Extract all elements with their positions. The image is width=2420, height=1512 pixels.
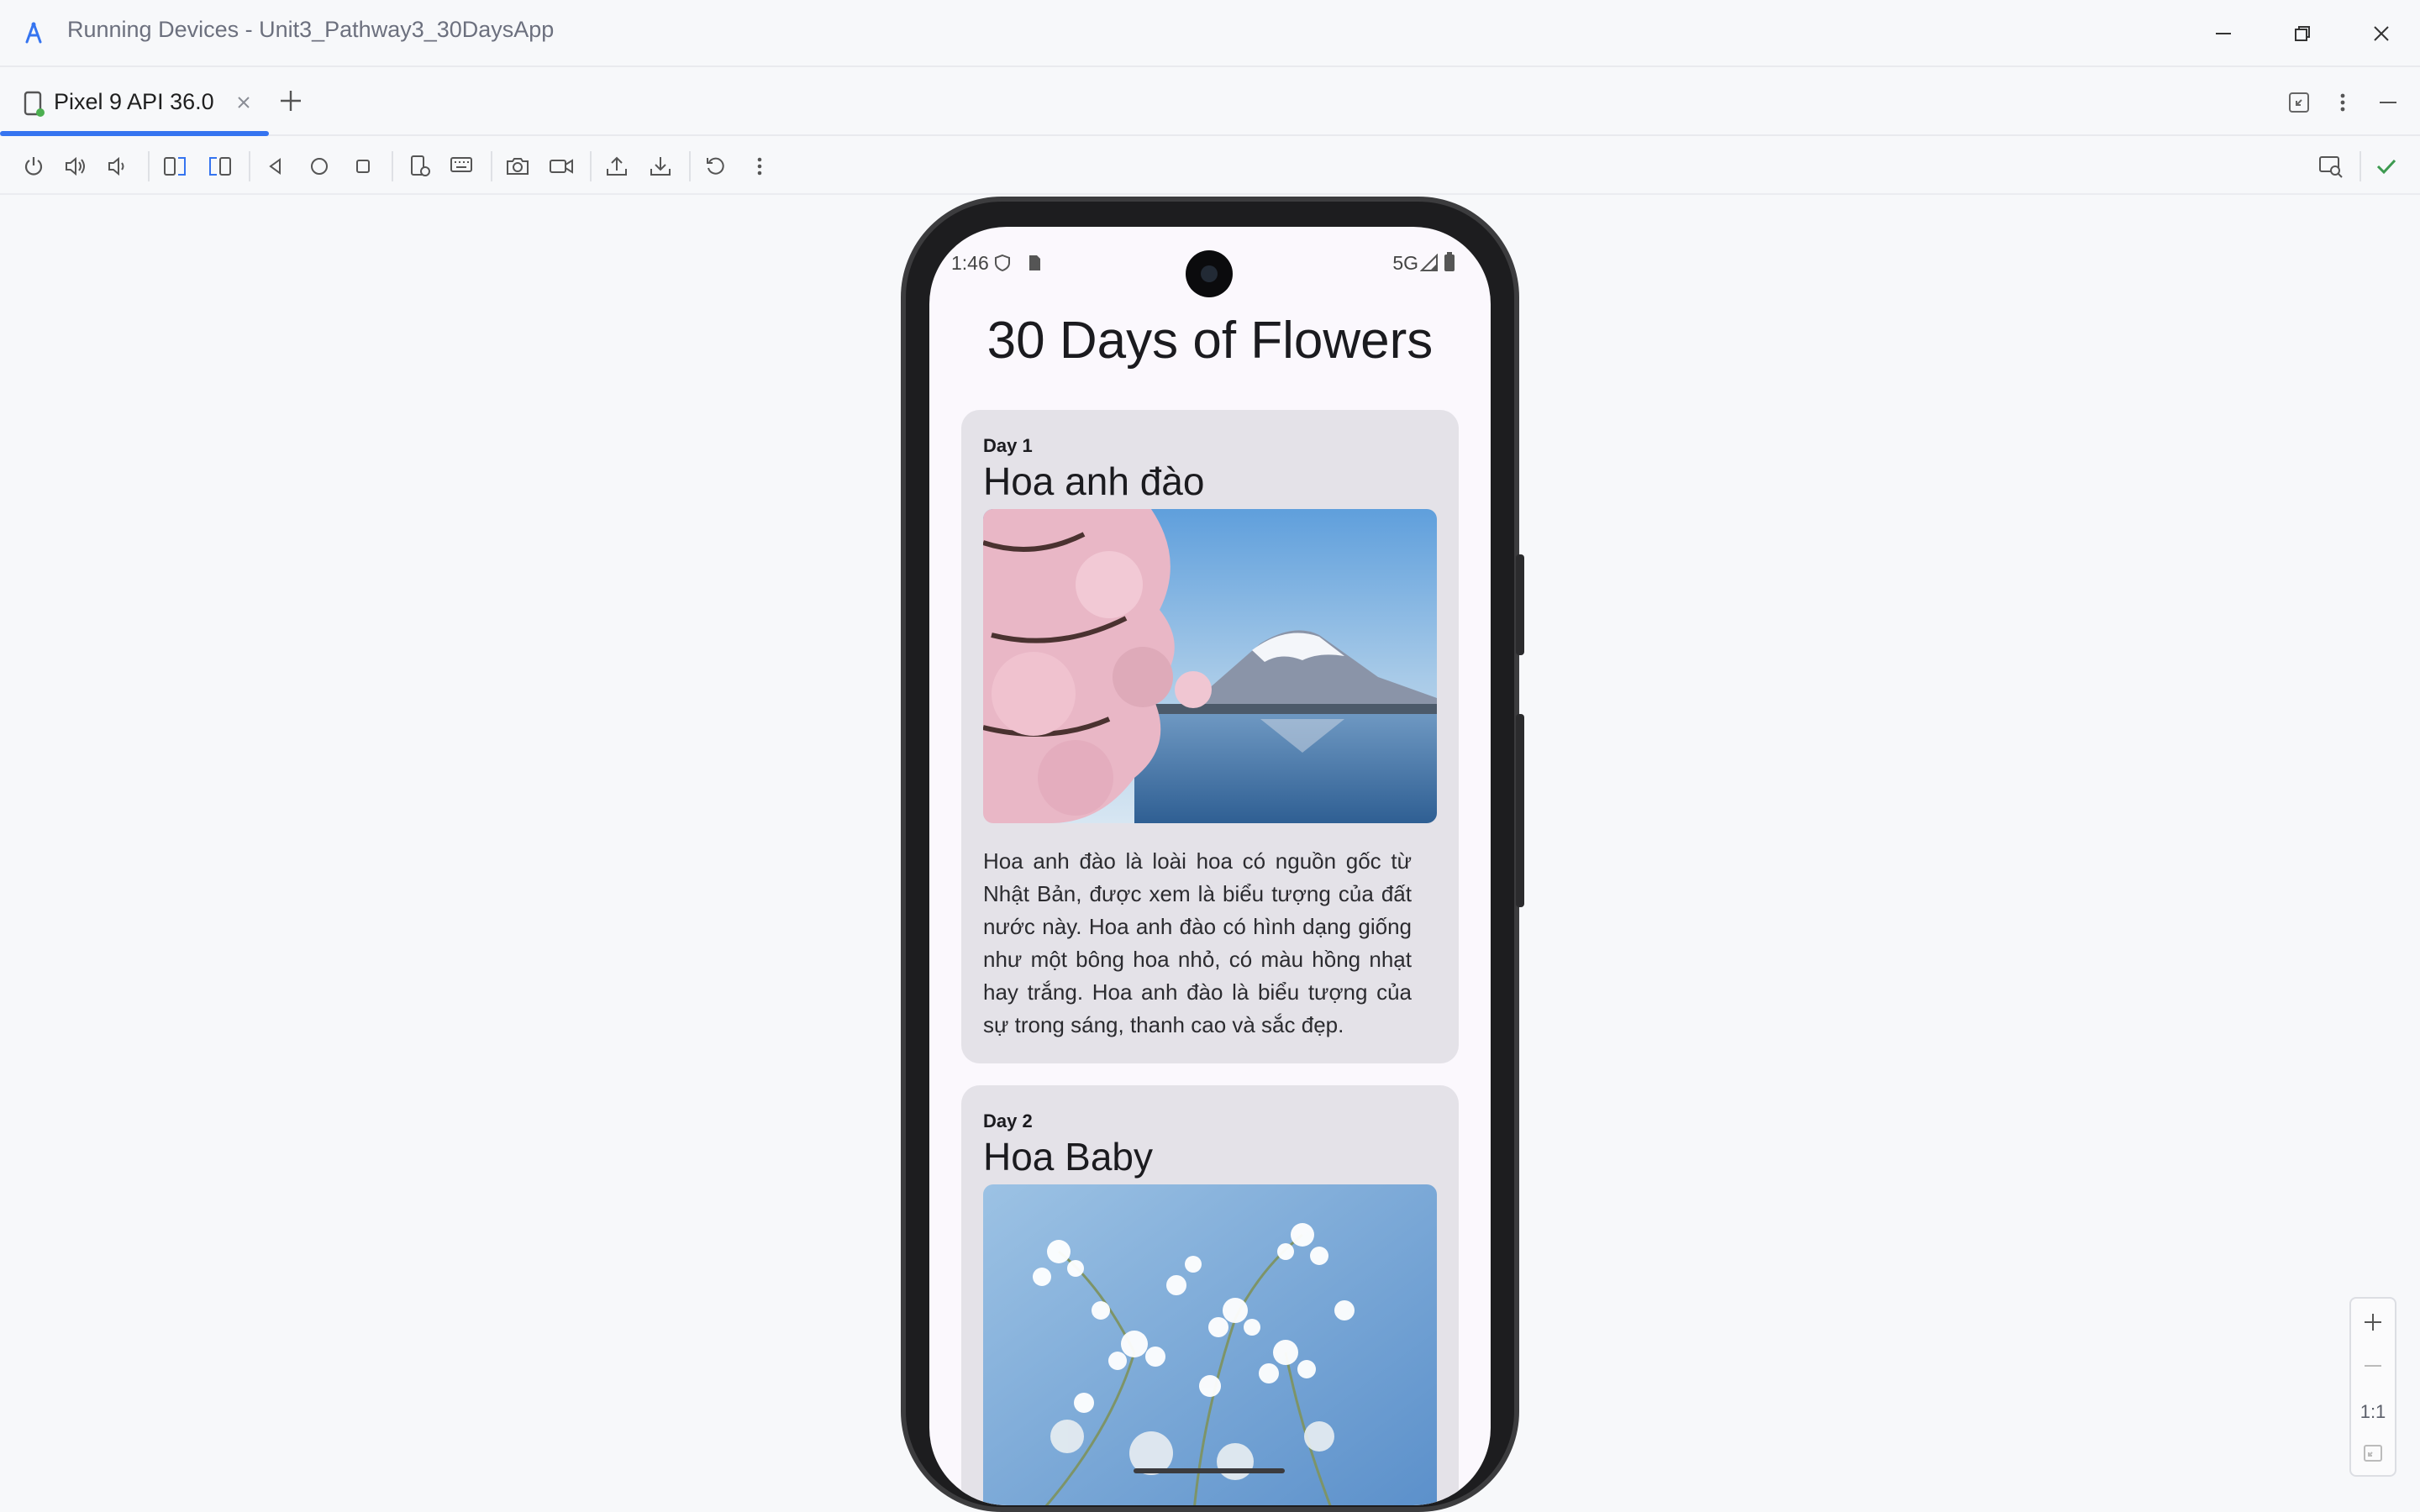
- toolbar-separator: [249, 151, 250, 181]
- sim-card-icon: [1029, 255, 1040, 270]
- device-tab-bar: Pixel 9 API 36.0: [0, 69, 2420, 136]
- screenshot-icon[interactable]: [499, 148, 536, 185]
- device-screen[interactable]: 1:46 5G 30 Days of Flowers Day 1 Hoa anh…: [929, 227, 1491, 1505]
- android-studio-logo-icon: [25, 22, 42, 44]
- day-label: Day 2: [983, 1110, 1033, 1131]
- battery-icon: [1444, 252, 1455, 271]
- device-settings-icon[interactable]: [402, 148, 439, 185]
- flower-description: Hoa anh đào là loài hoa có nguồn gốc từ …: [983, 848, 1412, 1037]
- toolbar-separator: [148, 151, 150, 181]
- more-vertical-icon[interactable]: [2326, 86, 2360, 119]
- close-tab-icon[interactable]: [232, 91, 255, 114]
- tab-pixel-9[interactable]: Pixel 9 API 36.0: [0, 69, 269, 136]
- collapse-icon[interactable]: [2282, 86, 2316, 119]
- upload-icon[interactable]: [598, 148, 635, 185]
- flower-name: Hoa Baby: [983, 1135, 1154, 1179]
- toolbar-separator: [491, 151, 492, 181]
- device-power-button: [1516, 554, 1524, 655]
- actual-size-button[interactable]: 1:1: [2351, 1401, 2395, 1423]
- power-icon[interactable]: [15, 148, 52, 185]
- download-icon[interactable]: [642, 148, 679, 185]
- window-title-bar: Running Devices - Unit3_Pathway3_30DaysA…: [0, 0, 2420, 67]
- volume-up-icon[interactable]: [57, 148, 94, 185]
- shield-icon: [995, 254, 1010, 272]
- cherry-blossom-image: [983, 509, 1437, 823]
- signal-icon: [1420, 254, 1438, 271]
- flower-card[interactable]: Day 2 Hoa Baby: [961, 1085, 1459, 1505]
- rotate-right-icon[interactable]: [202, 148, 239, 185]
- flower-name: Hoa anh đào: [983, 459, 1205, 503]
- more-options-icon[interactable]: [741, 148, 778, 185]
- restore-icon[interactable]: [2282, 13, 2323, 54]
- gesture-navigation-bar[interactable]: [1134, 1468, 1285, 1473]
- app-title: 30 Days of Flowers: [986, 312, 1434, 370]
- front-camera: [1186, 250, 1233, 297]
- status-network: 5G: [1392, 252, 1418, 274]
- toolbar-separator: [2360, 151, 2361, 181]
- zoom-out-icon[interactable]: [2356, 1349, 2390, 1383]
- window-title: Running Devices - Unit3_Pathway3_30DaysA…: [67, 17, 555, 42]
- screen-record-icon[interactable]: [543, 148, 580, 185]
- close-icon[interactable]: [2361, 13, 2402, 54]
- zoom-in-icon[interactable]: [2356, 1305, 2390, 1339]
- zoom-controls: 1:1: [2349, 1297, 2396, 1477]
- home-icon[interactable]: [301, 148, 338, 185]
- overview-icon[interactable]: [345, 148, 381, 185]
- checkmark-icon[interactable]: [2368, 148, 2405, 185]
- minimize-icon[interactable]: [2203, 13, 2244, 54]
- reset-icon[interactable]: [697, 148, 734, 185]
- toolbar-separator: [689, 151, 691, 181]
- volume-down-icon[interactable]: [99, 148, 136, 185]
- add-device-icon[interactable]: [274, 84, 308, 118]
- status-bar: 1:46 5G: [929, 227, 1491, 302]
- status-time: 1:46: [951, 252, 989, 274]
- back-icon[interactable]: [257, 148, 294, 185]
- toolbar-separator: [590, 151, 592, 181]
- toolbar-separator: [392, 151, 393, 181]
- babys-breath-image: [983, 1184, 1437, 1505]
- phone-device-icon: [24, 91, 45, 117]
- flower-card[interactable]: Day 1 Hoa anh đào Hoa anh đào là loài ho…: [961, 410, 1459, 1063]
- hide-panel-icon[interactable]: [2371, 86, 2405, 119]
- day-label: Day 1: [983, 435, 1033, 456]
- device-toolbar: [0, 138, 2420, 195]
- keyboard-icon[interactable]: [444, 148, 481, 185]
- device-volume-button: [1516, 714, 1524, 907]
- fit-screen-icon[interactable]: [2356, 1436, 2390, 1470]
- device-inspect-icon[interactable]: [2312, 148, 2349, 185]
- active-tab-indicator: [0, 131, 269, 136]
- rotate-left-icon[interactable]: [156, 148, 193, 185]
- tab-label: Pixel 9 API 36.0: [54, 89, 214, 114]
